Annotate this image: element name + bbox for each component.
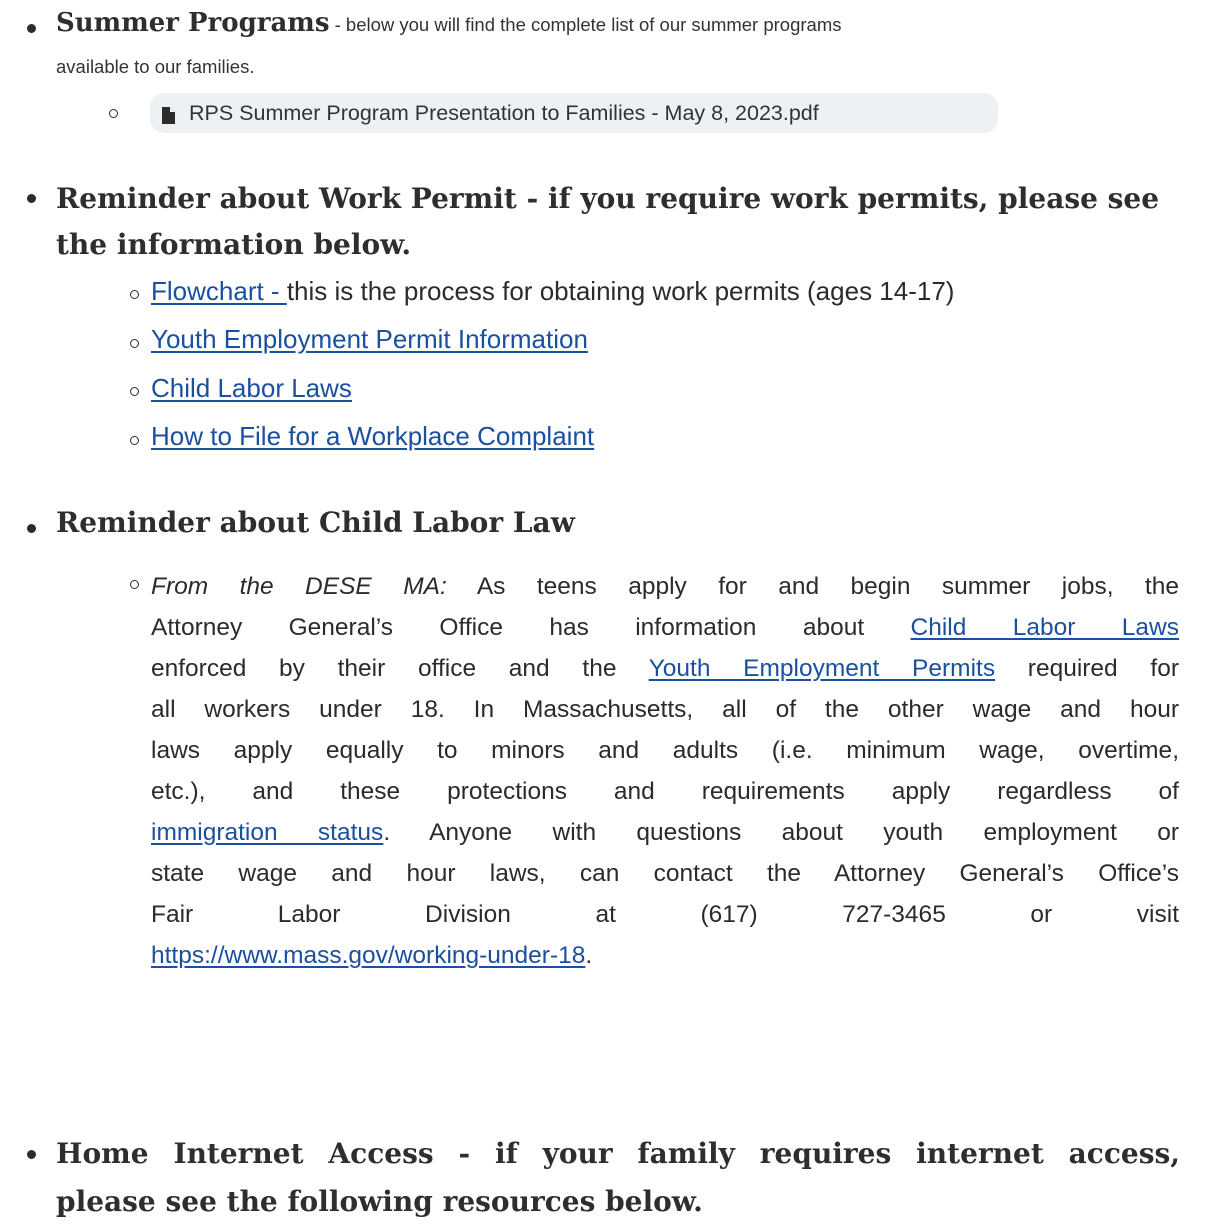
source-label: From the DESE MA: (151, 573, 447, 600)
work-permit-item-3: Child Labor Laws (151, 373, 352, 404)
mass-gov-link[interactable]: https://www.mass.gov/working-under-18 (151, 942, 585, 969)
sub-bullet (130, 580, 139, 589)
immigration-status-link[interactable]: immigration status (151, 819, 383, 846)
sub-bullet (130, 387, 139, 396)
file-chip[interactable]: RPS Summer Program Presentation to Famil… (150, 93, 998, 133)
child-labor-paragraph: From the DESE MA: As teens apply for and… (151, 573, 1180, 969)
child-labor-laws-inline-link[interactable]: Child Labor Laws (911, 614, 1179, 641)
bullet (27, 194, 36, 203)
summer-programs-desc-2: available to our families. (56, 56, 255, 77)
child-labor-laws-link[interactable]: Child Labor Laws (151, 373, 352, 403)
youth-employment-permits-link[interactable]: Youth Employment Permits (649, 655, 995, 682)
summer-programs-section: Summer Programs - below you will find th… (56, 8, 1176, 38)
summer-programs-heading: Summer Programs (56, 8, 330, 38)
bullet (27, 24, 36, 33)
workplace-complaint-link[interactable]: How to File for a Workplace Complaint (151, 421, 594, 451)
internet-access-heading: Home Internet Access - if your family re… (56, 1137, 1180, 1218)
work-permit-heading: Reminder about Work Permit - if you requ… (56, 182, 1160, 261)
sub-bullet (109, 109, 118, 118)
work-permit-item-1: Flowchart - this is the process for obta… (151, 276, 955, 306)
sub-bullet (130, 290, 139, 299)
file-chip-label: RPS Summer Program Presentation to Famil… (189, 100, 819, 125)
bullet (27, 1150, 36, 1159)
bullet (27, 524, 36, 533)
child-labor-heading: Reminder about Child Labor Law (56, 506, 575, 539)
file-icon (162, 105, 175, 124)
summer-programs-desc: - below you will find the complete list … (329, 14, 842, 35)
work-permit-item-4: How to File for a Workplace Complaint (151, 421, 594, 452)
sub-bullet (130, 436, 139, 445)
sub-bullet (130, 339, 139, 348)
flowchart-link[interactable]: Flowchart - (151, 276, 287, 306)
youth-employment-permit-link[interactable]: Youth Employment Permit Information (151, 324, 588, 354)
work-permit-item-2: Youth Employment Permit Information (151, 324, 588, 355)
